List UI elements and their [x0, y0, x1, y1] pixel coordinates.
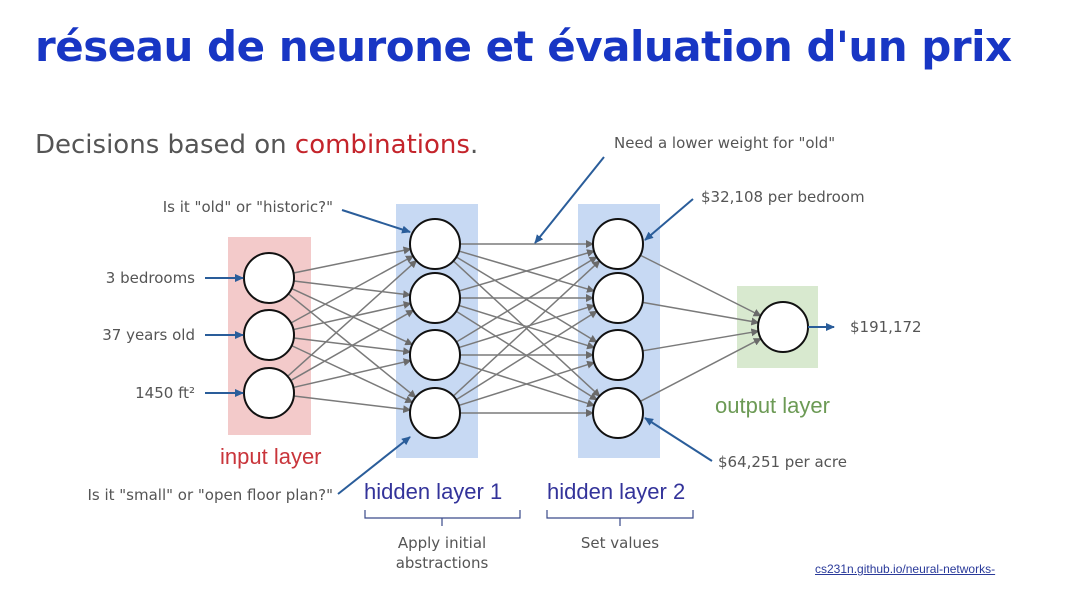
hidden-layer-2-brace: [546, 510, 694, 526]
input-label-area: 1450 ft²: [135, 384, 195, 402]
hidden-layer-2-label: hidden layer 2: [547, 479, 686, 504]
edge-input-1-to-hidden1-1: [293, 246, 412, 274]
annotation-lower-weight: Need a lower weight for "old": [614, 134, 836, 152]
hidden1-node-1: [409, 218, 461, 270]
hidden-layer-1-description: Apply initial abstractions: [362, 533, 522, 573]
input-layer-label: input layer: [220, 444, 322, 469]
source-link[interactable]: cs231n.github.io/neural-networks-: [815, 562, 995, 576]
description-line-1: Apply initial: [397, 534, 487, 552]
output-node-1: [757, 301, 809, 353]
hidden2-node-1: [592, 218, 644, 270]
output-layer-label: output layer: [715, 393, 830, 418]
edge-input-3-to-hidden1-4: [293, 395, 412, 414]
input-node-2: [243, 309, 295, 361]
edge-input-1-to-hidden1-2: [293, 280, 412, 299]
description-line-2: abstractions: [395, 554, 489, 572]
hidden1-node-3: [409, 329, 461, 381]
input-label-age: 37 years old: [102, 326, 195, 344]
hidden-layer-1-brace: [364, 510, 521, 526]
hidden1-node-2: [409, 272, 461, 324]
hidden2-node-3: [592, 329, 644, 381]
annotation-per-bedroom: $32,108 per bedroom: [701, 188, 865, 206]
annotation-small-open: Is it "small" or "open floor plan?": [87, 486, 333, 504]
input-label-bedrooms: 3 bedrooms: [105, 269, 195, 287]
annotation-per-acre: $64,251 per acre: [718, 453, 847, 471]
input-node-1: [243, 252, 295, 304]
hidden2-node-4: [592, 387, 644, 439]
hidden-layer-2-description: Set values: [580, 534, 660, 552]
hidden-layer-1-label: hidden layer 1: [364, 479, 503, 504]
hidden1-node-4: [409, 387, 461, 439]
input-node-3: [243, 367, 295, 419]
annotation-old-historic: Is it "old" or "historic?": [162, 198, 333, 216]
neural-network-diagram: [205, 156, 835, 526]
hidden2-node-2: [592, 272, 644, 324]
output-value: $191,172: [850, 318, 922, 336]
